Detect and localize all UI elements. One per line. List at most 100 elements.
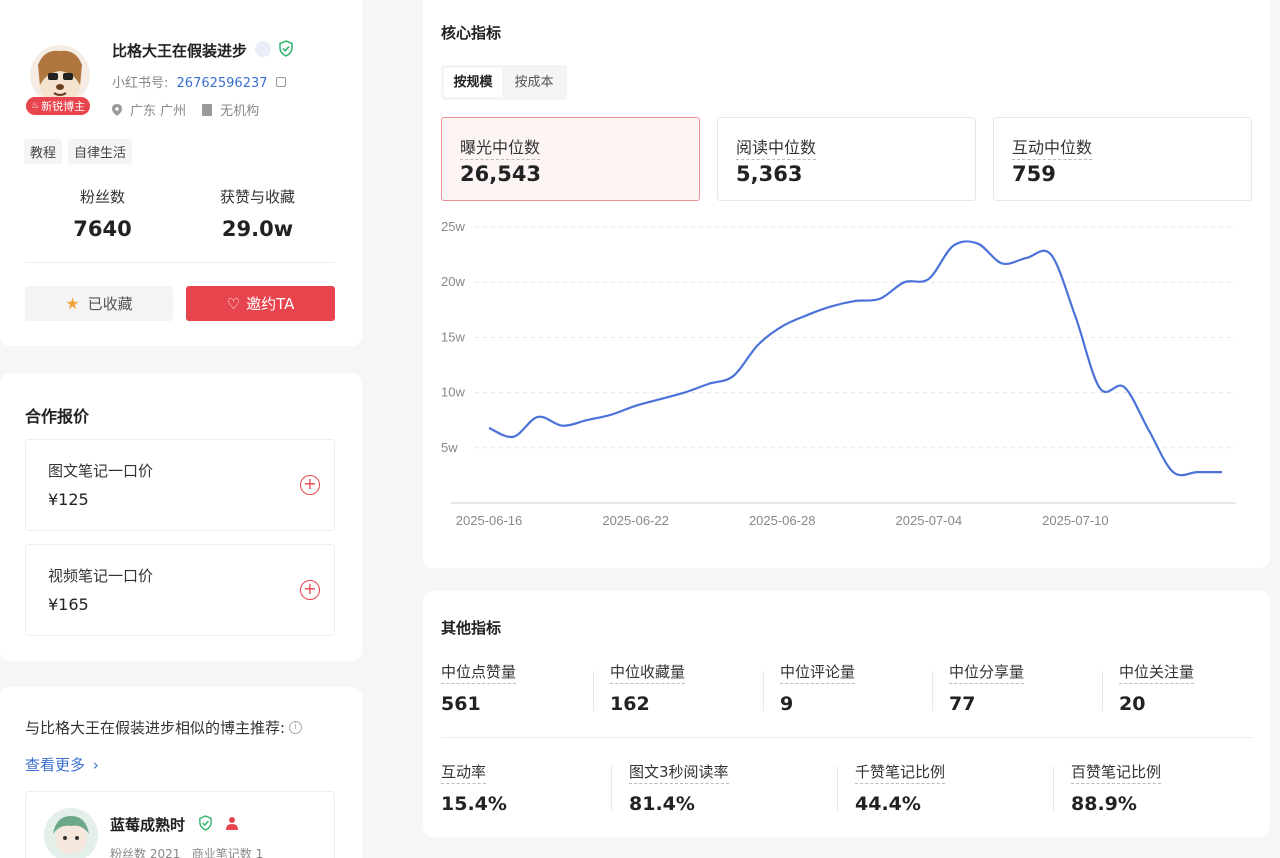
metric-interactions[interactable]: 互动中位数 759 — [993, 117, 1252, 201]
profile-card: ♨ 新锐博主 比格大王在假装进步 小红书号: 26762596237 广东 广州… — [0, 0, 362, 346]
metric-label: 图文3秒阅读率 — [629, 761, 729, 784]
id-row: 小红书号: 26762596237 — [112, 72, 286, 91]
flame-icon: ♨ — [31, 101, 40, 111]
x-tick-label: 2025-06-22 — [602, 513, 669, 528]
metric-value: 77 — [949, 693, 976, 715]
tab-label: 按成本 — [514, 75, 554, 90]
divider — [593, 671, 594, 711]
y-tick-label: 20w — [441, 274, 465, 289]
price-item-label: 图文笔记一口价 — [48, 462, 154, 480]
median-comments: 中位评论量 9 — [780, 661, 856, 715]
new-creator-badge: ♨ 新锐博主 — [26, 97, 91, 115]
verified-icon — [278, 40, 294, 61]
x-tick-label: 2025-07-04 — [896, 513, 963, 528]
metric-label: 中位评论量 — [780, 661, 856, 684]
x-tick-label: 2025-06-28 — [749, 513, 816, 528]
metric-label: 互动率 — [441, 761, 487, 784]
divider — [837, 766, 838, 811]
engagement-rate: 互动率 15.4% — [441, 761, 507, 815]
metric-value: 5,363 — [736, 162, 803, 186]
price-item-value: ¥125 — [48, 490, 89, 509]
exposure-line-chart: 5w 10w 15w 20w 25w 2025-06-16 2025-06-22 2025-0… — [441, 219, 1236, 528]
invite-button[interactable]: ♡ 邀约TA — [186, 286, 335, 321]
metric-label: 曝光中位数 — [460, 134, 541, 160]
verified-icon — [198, 815, 213, 835]
price-item-label: 视频笔记一口价 — [48, 567, 154, 585]
similar-stats: 粉丝数 2021 商业笔记数 1 — [110, 847, 264, 858]
divider — [1102, 671, 1103, 711]
tab-label: 按规模 — [453, 75, 493, 90]
similar-avatar — [44, 808, 98, 858]
metric-label: 千赞笔记比例 — [855, 761, 946, 784]
median-follows: 中位关注量 20 — [1119, 661, 1195, 715]
org-text: 无机构 — [220, 104, 260, 119]
similar-creator-item[interactable]: 蓝莓成熟时 粉丝数 2021 商业笔记数 1 — [25, 791, 335, 858]
id-label: 小红书号: — [112, 76, 169, 91]
divider — [932, 671, 933, 711]
tag-item: 自律生活 — [68, 139, 133, 164]
y-tick-label: 10w — [441, 385, 465, 400]
info-icon[interactable]: i — [289, 721, 303, 734]
metric-value: 9 — [780, 693, 794, 715]
building-icon — [202, 103, 213, 116]
location-pin-icon — [112, 103, 122, 116]
y-tick-label: 5w — [441, 440, 458, 455]
pricing-title: 合作报价 — [25, 407, 90, 426]
hundred-like-ratio: 百赞笔记比例 88.9% — [1071, 761, 1162, 815]
invite-label: 邀约TA — [246, 295, 295, 313]
metric-label: 中位收藏量 — [610, 661, 686, 684]
similar-title-row: 与比格大王在假装进步相似的博主推荐: i — [25, 717, 303, 738]
metric-value: 20 — [1119, 693, 1146, 715]
metric-value: 561 — [441, 693, 481, 715]
price-item-video: 视频笔记一口价 ¥165 + — [25, 544, 335, 636]
metric-value: 26,543 — [460, 162, 542, 186]
median-shares: 中位分享量 77 — [949, 661, 1025, 715]
x-tick-label: 2025-07-10 — [1042, 513, 1109, 528]
see-more-link[interactable]: 查看更多 › — [25, 754, 99, 775]
metric-label: 中位点赞量 — [441, 661, 517, 684]
pricing-card: 合作报价 图文笔记一口价 ¥125 + 视频笔记一口价 ¥165 + — [0, 373, 362, 661]
heart-icon: ♡ — [226, 294, 241, 313]
similar-card: 与比格大王在假装进步相似的博主推荐: i 查看更多 › 蓝莓成熟时 粉丝数 20… — [0, 687, 362, 858]
metric-value: 88.9% — [1071, 793, 1137, 815]
metric-value: 759 — [1012, 162, 1056, 186]
metric-label: 中位分享量 — [949, 661, 1025, 684]
profile-tags: 教程 自律生活 — [24, 139, 138, 164]
metric-label: 阅读中位数 — [736, 134, 817, 160]
avatar[interactable] — [30, 45, 90, 105]
metric-reads[interactable]: 阅读中位数 5,363 — [717, 117, 976, 201]
location-row: 广东 广州 无机构 — [112, 100, 259, 119]
metric-value: 15.4% — [441, 793, 507, 815]
row-divider — [441, 737, 1253, 738]
add-circle-icon[interactable]: + — [300, 475, 320, 495]
person-icon — [226, 815, 238, 834]
tab-by-cost[interactable]: 按成本 — [505, 68, 563, 97]
fans-value: 7640 — [73, 217, 132, 241]
other-title: 其他指标 — [441, 619, 502, 637]
collected-button[interactable]: ★ 已收藏 — [25, 286, 173, 321]
similar-name: 蓝莓成熟时 — [110, 816, 186, 834]
see-more-label: 查看更多 — [25, 756, 86, 774]
thousand-like-ratio: 千赞笔记比例 44.4% — [855, 761, 946, 815]
likes-value: 29.0w — [221, 217, 294, 241]
chevron-right-icon: › — [92, 756, 99, 774]
id-value: 26762596237 — [176, 76, 268, 91]
tab-group: 按规模 按成本 — [441, 65, 567, 100]
median-collects: 中位收藏量 162 — [610, 661, 686, 715]
tab-by-scale[interactable]: 按规模 — [444, 68, 502, 97]
likes-stat: 获赞与收藏 29.0w — [200, 186, 315, 241]
price-item-value: ¥165 — [48, 595, 89, 614]
add-circle-icon[interactable]: + — [300, 580, 320, 600]
y-tick-label: 25w — [441, 219, 465, 234]
metric-exposure[interactable]: 曝光中位数 26,543 — [441, 117, 700, 201]
metric-value: 44.4% — [855, 793, 921, 815]
collected-label: 已收藏 — [87, 295, 133, 313]
profile-name: 比格大王在假装进步 — [112, 42, 248, 60]
price-item-image: 图文笔记一口价 ¥125 + — [25, 439, 335, 531]
location-text: 广东 广州 — [130, 104, 187, 119]
metric-label: 互动中位数 — [1012, 134, 1093, 160]
core-title: 核心指标 — [441, 24, 502, 42]
series-line — [488, 240, 1222, 477]
copy-icon[interactable] — [275, 77, 286, 87]
likes-label: 获赞与收藏 — [219, 188, 295, 206]
